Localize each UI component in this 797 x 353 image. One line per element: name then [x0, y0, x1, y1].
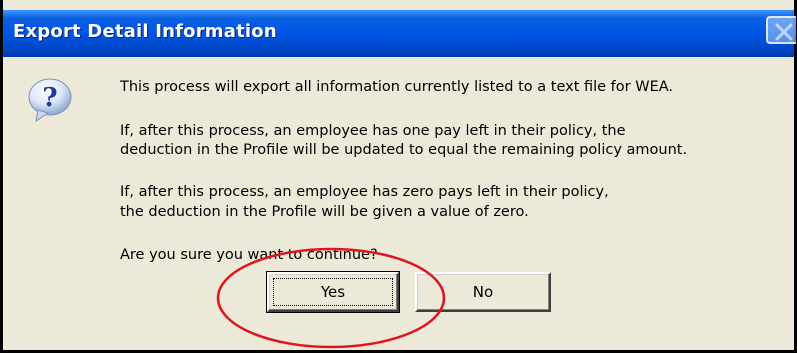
dialog-window: Export Detail Information ? This process… — [0, 0, 797, 353]
close-icon — [775, 23, 793, 41]
svg-text:?: ? — [42, 83, 57, 113]
yes-button[interactable]: Yes — [266, 271, 400, 313]
window-title: Export Detail Information — [13, 21, 277, 42]
message-line-3: deduction in the Profile will be updated… — [120, 142, 688, 158]
question-icon: ? — [26, 76, 74, 124]
close-button[interactable] — [766, 16, 796, 44]
message-line-2: If, after this process, an employee has … — [120, 123, 626, 139]
top-strip — [3, 0, 794, 10]
message-line-4: If, after this process, an employee has … — [120, 184, 609, 200]
message-line-6: Are you sure you want to continue? — [120, 247, 378, 263]
message-line-1: This process will export all information… — [120, 79, 674, 95]
message-line-5: the deduction in the Profile will be giv… — [120, 204, 529, 220]
no-button-label: No — [472, 283, 494, 301]
no-button[interactable]: No — [415, 272, 551, 312]
yes-button-label: Yes — [320, 283, 346, 301]
